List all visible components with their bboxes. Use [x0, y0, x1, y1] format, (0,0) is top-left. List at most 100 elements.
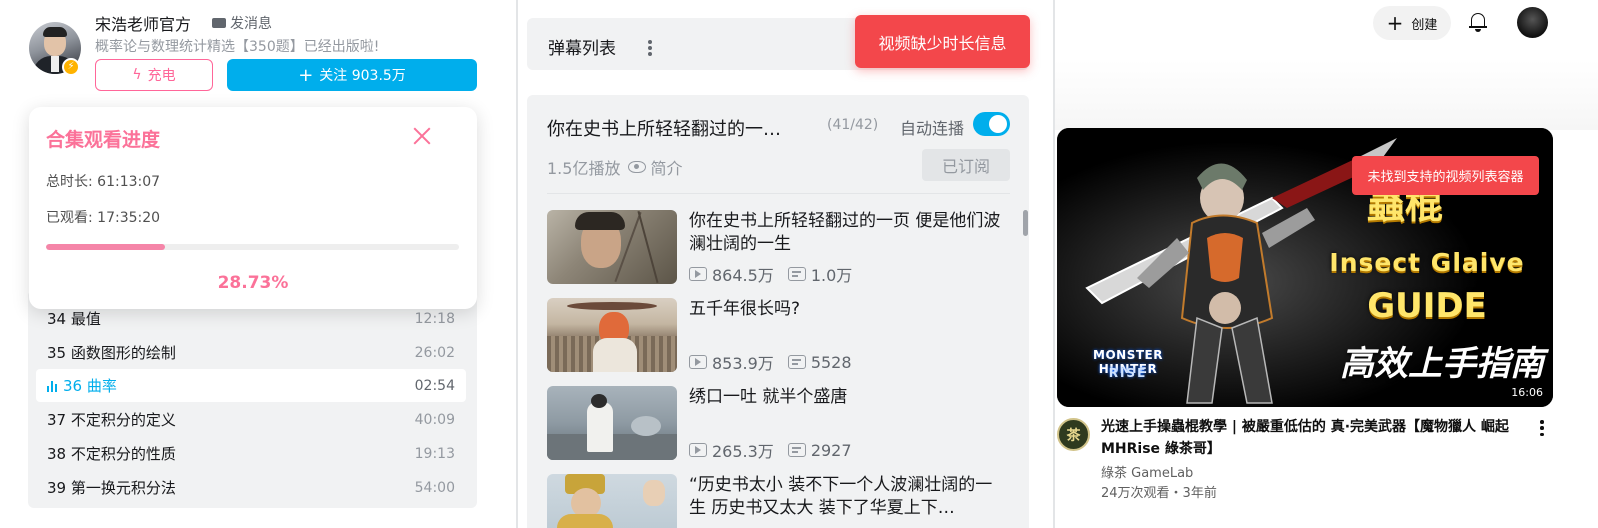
episode-duration: 02:54	[414, 377, 455, 394]
play-count: 864.5万	[712, 266, 774, 285]
scrollbar[interactable]	[1023, 210, 1028, 236]
progress-fill	[46, 244, 165, 250]
notification-bell-icon[interactable]	[1469, 12, 1487, 32]
thumbnail-text-line1: Insect Glaive	[1329, 248, 1525, 277]
list-item[interactable]: 绣口一吐 就半个盛唐 265.3万 2927	[547, 386, 1017, 462]
episode-item[interactable]: 39 第一换元积分法 54:00	[36, 471, 466, 504]
autoplay-label: 自动连播	[900, 119, 965, 138]
more-vertical-icon[interactable]	[1540, 420, 1544, 436]
episode-duration: 12:18	[414, 310, 455, 327]
video-collection: 你在史书上所轻轻翻过的一… (41/42) 自动连播 1.5亿播放 简介 已订阅…	[527, 95, 1029, 528]
play-count: 853.9万	[712, 354, 774, 373]
watched-duration: 已观看: 17:35:20	[46, 210, 161, 226]
close-icon[interactable]	[413, 127, 431, 145]
video-stats: 265.3万 2927	[689, 438, 852, 462]
progress-card-title: 合集观看进度	[46, 129, 161, 151]
collection-progress-card: 合集观看进度 总时长: 61:13:07 已观看: 17:35:20 28.73…	[29, 107, 477, 309]
channel-avatar[interactable]: 茶	[1057, 418, 1090, 451]
monster-hunter-logo: MONSTER HUNTER RISE	[1093, 348, 1163, 380]
play-count-icon	[689, 443, 707, 457]
list-item[interactable]: 五千年很长吗? 853.9万 5528	[547, 298, 1017, 374]
episode-item[interactable]: 37 不定积分的定义 40:09	[36, 403, 466, 436]
autoplay-toggle[interactable]	[973, 112, 1010, 136]
collection-meta: 1.5亿播放 简介	[547, 155, 682, 179]
danmaku-list-title: 弹幕列表	[548, 39, 616, 59]
eye-icon	[628, 161, 647, 173]
uploader-signature: 概率论与数理统计精选【350题】已经出版啦!	[95, 39, 380, 55]
episode-item[interactable]: 38 不定积分的性质 19:13	[36, 437, 466, 470]
send-message-label: 发消息	[230, 16, 272, 32]
follow-label: 关注 903.5万	[319, 68, 406, 84]
subscribed-button[interactable]: 已订阅	[922, 149, 1010, 181]
create-label: 创建	[1411, 17, 1438, 33]
collection-plays: 1.5亿播放	[547, 159, 621, 178]
youtube-panel: + 创建 蟲棍 未找到支持的视频列表容器 Insect Glaive GUIDE…	[1055, 0, 1598, 528]
charge-button[interactable]: ϟ 充电	[95, 59, 213, 91]
episode-duration: 54:00	[414, 479, 455, 496]
danmaku-count-icon	[787, 355, 806, 369]
thumbnail-text-line3: 高效上手指南	[1340, 344, 1544, 384]
episode-title: 38 不定积分的性质	[47, 445, 176, 463]
episode-title: 35 函数图形的绘制	[47, 344, 176, 362]
total-duration: 总时长: 61:13:07	[46, 174, 161, 190]
mail-icon	[212, 18, 226, 28]
follow-button[interactable]: + 关注 903.5万	[227, 59, 477, 91]
episode-duration: 26:02	[414, 344, 455, 361]
charge-label: 充电	[147, 68, 176, 84]
video-title[interactable]: 光速上手操蟲棍教學 | 被嚴重低估的 真·完美武器【魔物獵人 崛起 MHRise…	[1101, 416, 1541, 460]
divider	[547, 193, 1010, 194]
video-thumbnail[interactable]	[547, 210, 677, 284]
danmaku-count-icon	[787, 267, 806, 281]
video-stats: 853.9万 5528	[689, 350, 852, 374]
intro-link[interactable]: 简介	[650, 155, 682, 179]
lightning-badge-icon: ⚡	[62, 58, 80, 76]
missing-list-container-badge[interactable]: 未找到支持的视频列表容器	[1352, 156, 1539, 195]
missing-duration-button[interactable]: 视频缺少时长信息	[855, 15, 1030, 68]
video-duration-badge: 16:06	[1507, 384, 1547, 401]
progress-percent: 28.73%	[217, 273, 289, 293]
header-fade	[1055, 60, 1598, 130]
video-stats: 864.5万 1.0万	[689, 262, 852, 286]
episode-title: 34 最值	[47, 310, 101, 328]
danmaku-count: 2927	[810, 440, 852, 460]
progress-bar	[46, 244, 459, 250]
plus-icon: +	[298, 64, 314, 86]
send-message-link[interactable]: 发消息	[212, 13, 272, 33]
account-avatar[interactable]	[1517, 7, 1548, 38]
video-thumbnail[interactable]	[547, 386, 677, 460]
episode-duration: 40:09	[414, 411, 455, 428]
play-count-icon	[689, 355, 707, 369]
play-count-icon	[689, 267, 707, 281]
lightning-icon: ϟ	[132, 67, 142, 83]
uploader-name[interactable]: 宋浩老师官方	[95, 11, 191, 35]
video-title[interactable]: 绣口一吐 就半个盛唐	[689, 386, 1009, 409]
video-views-meta: 24万次观看・3年前	[1101, 486, 1217, 501]
play-count: 265.3万	[712, 442, 774, 461]
create-button[interactable]: + 创建	[1373, 6, 1451, 40]
channel-name[interactable]: 綠茶 GameLab	[1101, 462, 1193, 481]
episode-item[interactable]: 35 函数图形的绘制 26:02	[36, 336, 466, 369]
video-thumbnail[interactable]	[547, 474, 677, 528]
episode-title: 36 曲率	[63, 377, 117, 395]
video-thumbnail[interactable]: 蟲棍 未找到支持的视频列表容器 Insect Glaive GUIDE 高效上手…	[1057, 128, 1553, 407]
danmaku-count-icon	[787, 443, 806, 457]
more-vertical-icon[interactable]	[648, 40, 652, 56]
video-title[interactable]: “历史书太小 装不下一个人波澜壮阔的一生 历史书又太大 装下了华夏上下…	[689, 474, 1009, 520]
video-thumbnail[interactable]	[547, 298, 677, 372]
collection-title[interactable]: 你在史书上所轻轻翻过的一…	[547, 115, 781, 141]
now-playing-icon	[47, 381, 57, 392]
episode-title: 39 第一换元积分法	[47, 479, 176, 497]
episode-title: 37 不定积分的定义	[47, 411, 176, 429]
episode-duration: 19:13	[414, 445, 455, 462]
plus-icon: +	[1386, 11, 1404, 35]
video-title[interactable]: 你在史书上所轻轻翻过的一页 便是他们波澜壮阔的一生	[689, 210, 1009, 256]
bilibili-uploader-panel: ⚡ 宋浩老师官方 发消息 概率论与数理统计精选【350题】已经出版啦! ϟ 充电…	[0, 0, 516, 528]
collection-count: (41/42)	[827, 117, 879, 133]
danmaku-count: 1.0万	[810, 266, 853, 285]
list-item[interactable]: 你在史书上所轻轻翻过的一页 便是他们波澜壮阔的一生 864.5万 1.0万	[547, 210, 1017, 286]
video-title[interactable]: 五千年很长吗?	[689, 298, 1009, 321]
episode-item[interactable]: 36 曲率 02:54	[36, 369, 466, 402]
list-item[interactable]: “历史书太小 装不下一个人波澜壮阔的一生 历史书又太大 装下了华夏上下…	[547, 474, 1017, 528]
bilibili-sidebar-panel: 弹幕列表 视频缺少时长信息 你在史书上所轻轻翻过的一… (41/42) 自动连播…	[516, 0, 1055, 528]
thumbnail-text-line2: GUIDE	[1367, 286, 1487, 326]
